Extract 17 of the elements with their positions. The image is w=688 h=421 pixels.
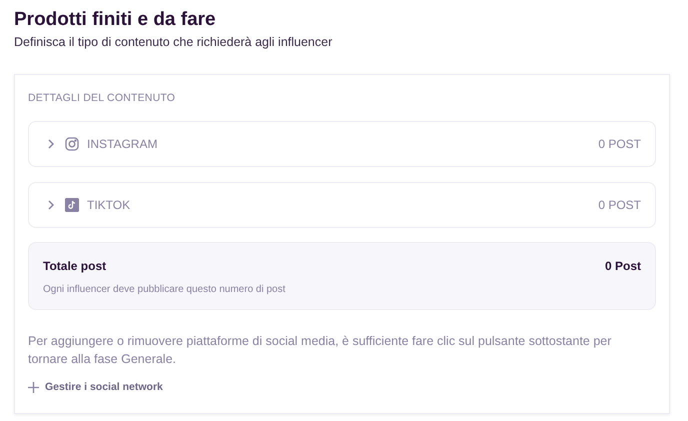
plus-icon [28,382,39,393]
platform-row[interactable]: INSTAGRAM 0 POST [28,120,656,166]
music-note-icon [65,198,79,212]
camera-icon [65,136,79,150]
page-title: Prodotti finiti e da fare [14,8,217,32]
info-text: Per aggiungere o rimuovere piattaforme di social media, è sufficiente fare clic sul pulsante sottostante per tornare alla fase Generale. [28,332,612,368]
platform-name: INSTAGRAM [87,136,158,152]
page-subtitle: Definisca il tipo di contenuto che richiederà agli influencer [14,34,334,51]
total-note: Ogni influencer deve pubblicare questo numero di post [43,282,286,296]
total-label: Totale post [43,258,106,274]
platform-row[interactable]: TIKTOK 0 POST [28,182,656,228]
post-count: 0 POST [598,136,641,152]
total-value: 0 Post [604,258,641,274]
section-label: DETTAGLI DEL CONTENUTO [28,90,176,106]
post-count: 0 POST [598,196,641,214]
platform-name: TIKTOK [87,196,130,214]
manage-social-link[interactable]: Gestire i social network [28,380,163,396]
